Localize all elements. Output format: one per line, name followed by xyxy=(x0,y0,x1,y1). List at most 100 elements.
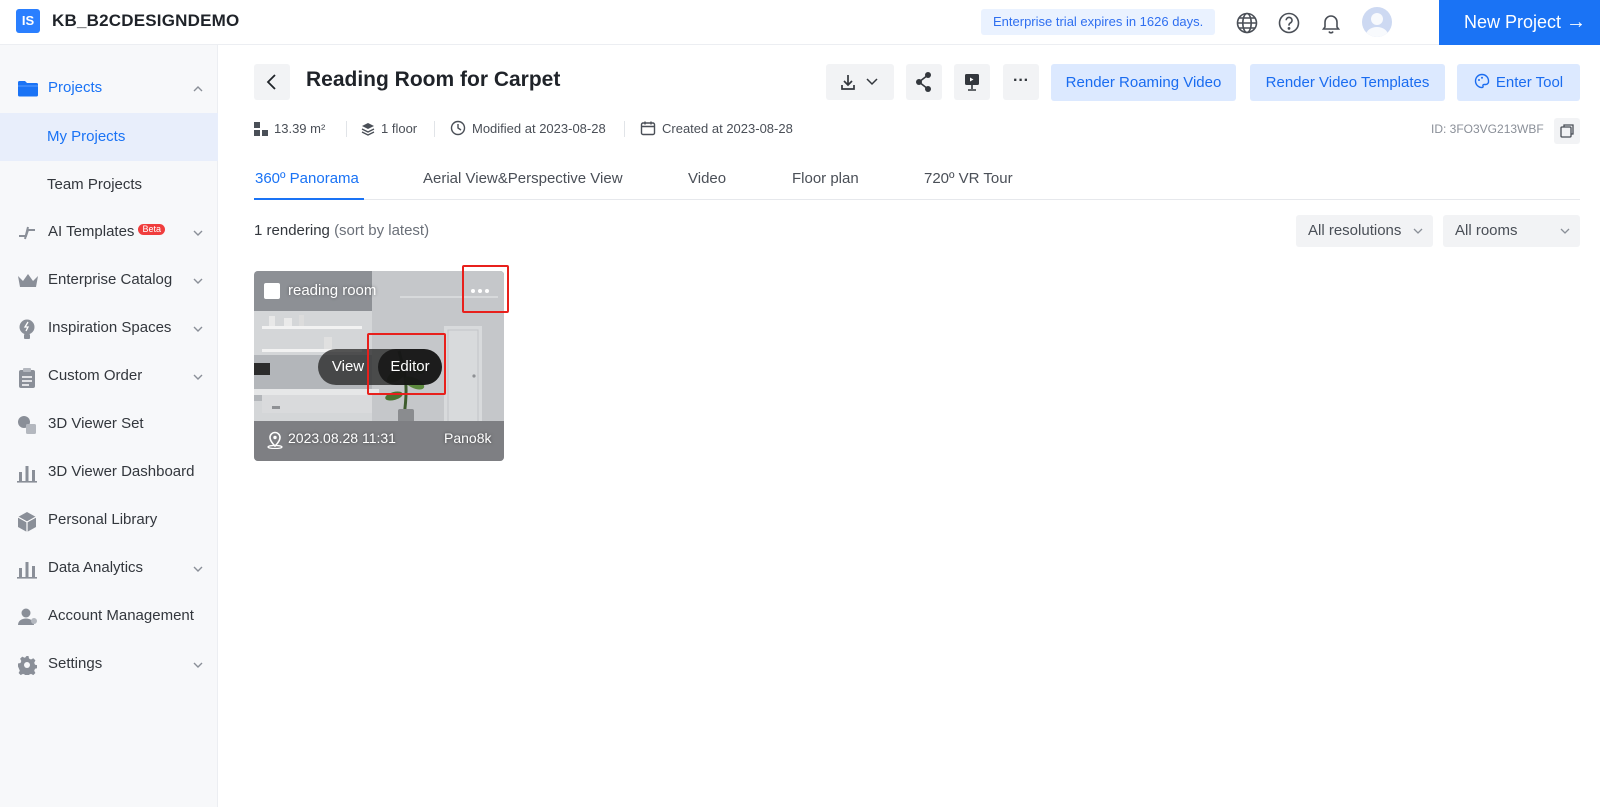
clock-icon xyxy=(450,120,466,136)
meta-divider xyxy=(624,121,625,137)
bar-chart-icon xyxy=(17,463,37,483)
sidebar-item-label: 3D Viewer Dashboard xyxy=(48,463,195,480)
card-select-checkbox[interactable] xyxy=(264,283,280,299)
render-video-templates-button[interactable]: Render Video Templates xyxy=(1250,64,1445,101)
meta-divider xyxy=(346,121,347,137)
sidebar-item-3d-viewer-set[interactable]: 3D Viewer Set xyxy=(0,401,218,449)
card-hover-actions: View Editor xyxy=(318,349,442,385)
back-button[interactable] xyxy=(254,64,290,100)
bell-icon[interactable] xyxy=(1319,11,1343,35)
editor-button[interactable]: Editor xyxy=(378,349,442,385)
sidebar-item-ai-templates[interactable]: AI Templates Beta xyxy=(0,209,218,257)
page-title: Reading Room for Carpet xyxy=(306,68,561,91)
created-meta: Created at 2023-08-28 xyxy=(640,119,793,139)
folder-icon xyxy=(17,79,38,99)
meta-divider xyxy=(434,121,435,137)
sidebar-item-projects[interactable]: Projects xyxy=(0,65,218,113)
floors-value: 1 floor xyxy=(381,121,418,136)
area-meta: 13.39 m² xyxy=(254,119,325,139)
sidebar-item-settings[interactable]: Settings xyxy=(0,641,218,689)
tab-divider xyxy=(254,199,1580,200)
rooms-filter[interactable]: All rooms xyxy=(1443,215,1580,247)
sidebar-item-personal-library[interactable]: Personal Library xyxy=(0,497,218,545)
rooms-filter-value: All rooms xyxy=(1455,222,1518,239)
arrow-right-icon: → xyxy=(1566,11,1586,33)
card-more-options-button[interactable] xyxy=(464,276,494,306)
chevron-down-icon xyxy=(1560,228,1570,234)
chevron-down-icon xyxy=(192,658,204,670)
sidebar-item-account-management[interactable]: Account Management xyxy=(0,593,218,641)
chevron-left-icon xyxy=(266,74,276,90)
sidebar-item-custom-order[interactable]: Custom Order xyxy=(0,353,218,401)
calendar-icon xyxy=(640,121,656,136)
tab-floor-plan[interactable]: Floor plan xyxy=(792,170,859,187)
presentation-button[interactable] xyxy=(954,64,990,100)
new-project-label: New Project xyxy=(1464,12,1562,32)
presentation-icon xyxy=(965,74,979,91)
share-button[interactable] xyxy=(906,64,942,100)
sidebar-item-my-projects[interactable]: My Projects xyxy=(0,113,218,161)
rendering-date: 2023.08.28 11:31 xyxy=(288,430,396,446)
tab-720-vr-tour[interactable]: 720º VR Tour xyxy=(924,170,1013,187)
rendering-resolution: Pano8k xyxy=(444,430,492,446)
user-avatar[interactable] xyxy=(1362,7,1392,37)
rendering-count: 1 rendering (sort by latest) xyxy=(254,222,429,239)
help-icon[interactable] xyxy=(1277,11,1301,35)
chevron-down-icon xyxy=(192,226,204,238)
chevron-down-icon xyxy=(1413,228,1423,234)
sidebar-item-3d-viewer-dashboard[interactable]: 3D Viewer Dashboard xyxy=(0,449,218,497)
palette-icon xyxy=(1474,73,1490,89)
more-options-button[interactable]: ··· xyxy=(1003,64,1039,100)
chevron-down-icon xyxy=(192,274,204,286)
sidebar-item-label: My Projects xyxy=(47,128,126,145)
gear-icon xyxy=(17,655,38,678)
rendering-count-value: 1 rendering xyxy=(254,222,330,239)
rendering-card[interactable]: reading room View Editor 2023.08.28 11:3… xyxy=(254,271,504,461)
box-icon xyxy=(17,511,37,532)
view-button[interactable]: View xyxy=(318,349,378,385)
sidebar-item-label: Enterprise Catalog xyxy=(48,271,173,288)
render-roaming-video-button[interactable]: Render Roaming Video xyxy=(1051,64,1236,101)
copy-id-button[interactable] xyxy=(1554,118,1580,144)
floors-meta: 1 floor xyxy=(361,119,417,139)
globe-icon[interactable] xyxy=(1235,11,1259,35)
active-tab-indicator xyxy=(254,198,364,200)
modified-value: Modified at 2023-08-28 xyxy=(472,121,606,136)
workspace-name: KB_B2CDESIGNDEMO xyxy=(52,11,240,30)
sidebar-item-label: Personal Library xyxy=(48,511,158,528)
sort-order-label: (sort by latest) xyxy=(334,222,430,239)
shapes-icon xyxy=(17,415,37,435)
sidebar-item-team-projects[interactable]: Team Projects xyxy=(0,161,218,209)
tab-aerial-perspective-view[interactable]: Aerial View&Perspective View xyxy=(423,170,623,187)
sidebar-item-label: Inspiration Spaces xyxy=(48,319,172,336)
resolution-filter[interactable]: All resolutions xyxy=(1296,215,1433,247)
tab-video[interactable]: Video xyxy=(688,170,726,187)
new-project-button[interactable]: New Project → xyxy=(1439,0,1600,45)
layers-icon xyxy=(361,123,375,136)
clipboard-icon xyxy=(17,367,37,388)
chevron-up-icon xyxy=(192,82,204,94)
area-value: 13.39 m² xyxy=(274,121,326,136)
ai-templates-icon xyxy=(17,223,37,243)
download-button[interactable] xyxy=(826,64,894,100)
app-logo[interactable]: IS xyxy=(16,9,40,33)
sidebar-item-data-analytics[interactable]: Data Analytics xyxy=(0,545,218,593)
lightbulb-icon xyxy=(17,319,37,339)
sidebar-item-enterprise-catalog[interactable]: Enterprise Catalog xyxy=(0,257,218,305)
crown-icon xyxy=(17,271,38,291)
sidebar-item-label: Account Management xyxy=(48,607,194,624)
sidebar-item-label: Settings xyxy=(48,655,103,672)
share-icon xyxy=(916,72,931,92)
sidebar-item-inspiration-spaces[interactable]: Inspiration Spaces xyxy=(0,305,218,353)
enter-tool-button[interactable]: Enter Tool xyxy=(1457,64,1580,101)
project-id: ID: 3FO3VG213WBF xyxy=(1431,122,1544,136)
tab-360-panorama[interactable]: 360º Panorama xyxy=(255,170,359,187)
trial-notice-badge[interactable]: Enterprise trial expires in 1626 days. xyxy=(981,9,1216,35)
sidebar-item-label: Data Analytics xyxy=(48,559,144,576)
more-dots-icon: ··· xyxy=(1013,72,1029,89)
sidebar-item-label: Projects xyxy=(48,79,103,96)
chevron-down-icon xyxy=(192,562,204,574)
chevron-down-icon xyxy=(192,322,204,334)
enter-tool-label: Enter Tool xyxy=(1495,74,1564,91)
top-bar: IS KB_B2CDESIGNDEMO Enterprise trial exp… xyxy=(0,0,1600,45)
